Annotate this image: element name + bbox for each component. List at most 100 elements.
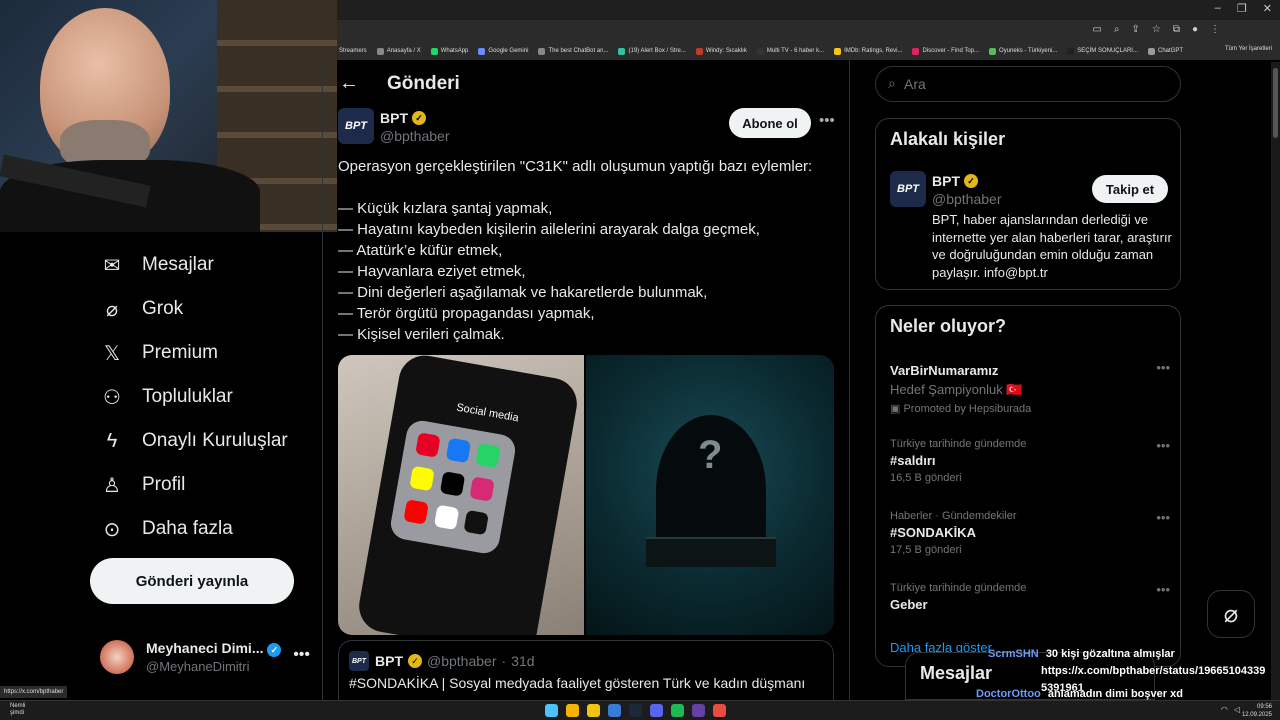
gemini-icon [478,47,486,55]
bookmark-item[interactable]: WhatsApp [430,47,468,55]
hooded-hacker-image[interactable]: ? [586,355,834,635]
bookmark-item[interactable]: Discover - Find Top... [912,47,979,55]
discord-icon[interactable] [650,704,663,717]
subscribe-button[interactable]: Abone ol [729,108,811,138]
trend-item[interactable]: VarBirNumaramız Hedef Şampiyonluk 🇹🇷 ▣ P… [890,360,1170,415]
youtube-icon [403,499,429,525]
bookmark-item[interactable]: Streamers [339,48,367,54]
post-line: — Atatürk’e küfür etmek, [338,242,503,259]
bookmark-item[interactable]: Anasayfa / X [376,47,421,55]
multitv-icon [756,47,764,55]
nav-item-premium[interactable]: 𝕏 Premium [100,341,218,365]
trend-item[interactable]: Haberler · Gündemdekiler #SONDAKİKA 17,5… [890,510,1170,556]
bookmark-star-icon[interactable]: ☆ [1152,24,1161,35]
grok-button[interactable]: ⌀ [1207,590,1255,638]
bookmark-item[interactable]: The best ChatBot an... [538,47,608,55]
account-handle: @MeyhaneDimitri [146,659,250,674]
related-avatar[interactable]: BPT [890,171,926,207]
post-line: — Dini değerleri aşağılamak ve hakaretle… [338,284,708,301]
chrome-icon[interactable] [566,704,579,717]
post-button[interactable]: Gönderi yayınla [90,558,294,604]
minimize-icon[interactable]: – [1215,2,1221,15]
laptop-shape [646,537,776,567]
nav-item-grok[interactable]: ⌀ Grok [100,297,183,321]
author-name[interactable]: BPT ✓ [380,110,426,126]
share-icon[interactable]: ⇪ [1131,24,1139,35]
grok-icon: ⌀ [105,298,119,321]
bookmark-item[interactable]: Oyuneks - Türkiyeni... [989,47,1057,55]
status-url: https://x.com/bpthaber [0,686,68,698]
close-window-icon[interactable]: ✕ [1263,2,1272,15]
bookmark-item[interactable]: Windy: Sıcaklık [695,47,747,55]
steam-icon[interactable] [629,704,642,717]
bookmark-item[interactable]: Multi TV - 6 haber k... [756,47,824,55]
zoom-icon[interactable]: ⌕ [1114,24,1120,35]
start-icon[interactable] [545,704,558,717]
bookmark-item[interactable]: Google Gemini [478,47,528,55]
verified-badge-icon: ✓ [964,174,978,188]
all-bookmarks[interactable]: Tüm Yer İşaretleri [1225,46,1272,52]
nav-item-verified-orgs[interactable]: ϟ Onaylı Kuruluşlar [100,429,288,453]
author-avatar[interactable]: BPT [338,108,374,144]
whatsapp-icon [430,47,438,55]
app-icon[interactable] [608,704,621,717]
bookmark-item[interactable]: IMDb: Ratings, Revi... [834,47,902,55]
x-icon [376,47,384,55]
explorer-icon[interactable] [587,704,600,717]
post-line [338,177,838,198]
maximize-icon[interactable]: ❐ [1237,2,1247,15]
post-line: — Kişisel verileri çalmak. [338,326,505,343]
volume-icon[interactable]: ◁ [1234,705,1240,714]
social-media-phone-image[interactable]: Social media [338,355,584,635]
bookmark-item[interactable]: (19) Alert Box / Stre... [618,47,686,55]
post-line: — Hayvanlara eziyet etmek, [338,263,526,280]
follow-button[interactable]: Takip et [1092,175,1168,203]
pinterest-icon [415,432,441,458]
more-icon[interactable]: ••• [293,646,310,664]
account-switcher[interactable]: Meyhaneci Dimi... ✓ @MeyhaneDimitri ••• [100,636,310,680]
twitch-icon[interactable] [692,704,705,717]
author-handle[interactable]: @bpthaber [380,128,449,144]
related-name[interactable]: BPT ✓ [932,173,978,189]
bookmark-item[interactable]: SEÇİM SONUÇLARI... [1067,47,1138,55]
left-navigation: ✉ Mesajlar ⌀ Grok 𝕏 Premium ⚇ Toplulukla… [0,232,322,700]
card-title: Neler oluyor? [890,316,1007,336]
whatsapp-icon [475,442,502,469]
wifi-icon[interactable]: ◠ [1221,705,1228,714]
profile-icon[interactable]: ● [1192,24,1198,35]
promoted-icon: ▣ [890,403,901,415]
nav-item-communities[interactable]: ⚇ Topluluklar [100,385,233,409]
nav-item-more[interactable]: ⊙ Daha fazla [100,517,233,541]
more-icon[interactable]: ••• [1156,510,1170,525]
scrollbar[interactable] [1271,62,1280,700]
trend-item[interactable]: Türkiye tarihinde gündemde Geber ••• [890,582,1170,612]
nav-label: Daha fazla [142,518,233,539]
weather-widget[interactable]: Nemli şimdi [10,703,25,717]
nav-label: Onaylı Kuruluşlar [142,430,288,451]
spotify-icon[interactable] [671,704,684,717]
address-bar[interactable]: ▭ ⌕ ⇪ ☆ ⧉ ● ⋮ [337,20,1280,42]
related-handle[interactable]: @bpthaber [932,191,1001,207]
nav-item-profile[interactable]: ♙ Profil [100,473,185,497]
menu-icon[interactable]: ⋮ [1210,24,1220,35]
search-input[interactable]: ⌕ Ara [875,66,1181,102]
more-icon[interactable]: ••• [1156,582,1170,597]
more-icon[interactable]: ••• [1156,360,1170,375]
obs-icon[interactable] [713,704,726,717]
extensions-icon[interactable]: ⧉ [1173,24,1180,35]
avatar [100,640,134,674]
clock[interactable]: 09:56 12.09.2025 [1242,703,1272,719]
bookmark-item[interactable]: ChatGPT [1147,47,1183,55]
more-icon[interactable]: ••• [819,112,835,129]
quoted-post[interactable]: BPT BPT ✓ @bpthaber · 31d #SONDAKİKA | S… [338,640,834,700]
trend-item[interactable]: Türkiye tarihinde gündemde #saldırı 16,5… [890,438,1170,484]
more-icon[interactable]: ••• [1156,438,1170,453]
cast-icon[interactable]: ▭ [1092,24,1101,35]
facebook-icon [445,437,471,464]
post-line: Operasyon gerçekleştirilen "C31K" adlı o… [338,158,813,175]
scrollbar-thumb[interactable] [1273,68,1278,138]
nav-item-messages[interactable]: ✉ Mesajlar [100,253,214,277]
chat-message: DoctorOttoo anlamadın dimi boşver xd [976,688,1183,700]
post-media[interactable]: Social media ? [338,355,834,635]
back-arrow-icon[interactable]: ← [339,72,359,95]
